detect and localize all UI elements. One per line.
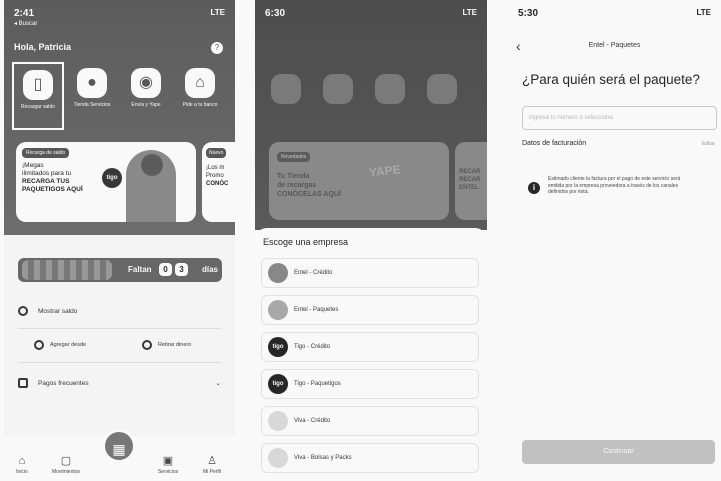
entel-logo: [268, 300, 288, 320]
dimmed-banner-2: RECAR RECAR ENTEL: [455, 142, 487, 220]
viva-logo: [268, 448, 288, 468]
page-title: ¿Para quién será el paquete?: [522, 72, 700, 87]
promo-image: [22, 260, 112, 280]
quick-action-label: Pide a tu banco: [182, 102, 218, 108]
phone-card-icon: ▯: [23, 70, 53, 100]
eye-icon: [18, 306, 28, 316]
info-text: Estimado cliente la factura por el pago …: [548, 176, 681, 195]
promo-banner-2[interactable]: Nuevo ¡Los m Promo CONÓC: [202, 142, 235, 222]
quick-action-send[interactable]: ◉ Envía y Yape: [120, 62, 172, 130]
banner-text: RECAR RECAR ENTEL: [459, 169, 481, 191]
list-icon: ▢: [60, 455, 72, 467]
services-icon: ▣: [162, 455, 174, 467]
countdown-label: Faltan: [128, 265, 152, 274]
info-icon: i: [528, 182, 540, 194]
minus-icon: [142, 340, 152, 350]
status-time: 6:30: [265, 8, 286, 19]
banner-text: ¡Los m Promo CONÓC: [206, 165, 229, 187]
banner-text: Tu Tienda de recargas CONÓCELAS AQUÍ: [277, 173, 341, 198]
add-money-button[interactable]: Agregar desde: [34, 340, 86, 350]
banner-text: ¡Megas ilimitados para tu RECARGA TUS PA…: [22, 162, 83, 193]
back-to-app[interactable]: ◂ Buscar: [14, 20, 37, 27]
billing-edit-link[interactable]: Editar: [702, 141, 715, 147]
tab-profile[interactable]: ♙ Mi Perfil: [194, 454, 230, 475]
tab-movements[interactable]: ▢ Movimientos: [48, 454, 84, 475]
status-bar: 5:30 LTE: [508, 0, 721, 30]
send-icon: ◉: [131, 68, 161, 98]
calendar-icon: [18, 378, 28, 388]
cart-icon: ●: [77, 68, 107, 98]
tab-home[interactable]: ⌂ Inicio: [4, 455, 40, 475]
sheet-title: Escoge una empresa: [263, 237, 349, 247]
status-bar: 2:41 ◂ Buscar LTE: [4, 0, 235, 30]
status-time: 5:30: [518, 8, 539, 19]
frequent-payments-row[interactable]: Pagos frecuentes ⌄: [18, 378, 221, 388]
qr-button[interactable]: ▦: [102, 429, 136, 463]
back-arrow-icon[interactable]: ‹: [516, 38, 521, 54]
quick-action-services[interactable]: ● Tienda Servicios: [66, 62, 118, 130]
quick-action-bank[interactable]: ⌂ Pide a tu banco: [174, 62, 226, 130]
quick-action-label: Envía y Yape: [131, 102, 161, 108]
home-screen: 2:41 ◂ Buscar LTE Hola, Patricia ? ▯ Rec…: [4, 0, 235, 481]
company-option[interactable]: Viva - Crédito: [261, 406, 479, 436]
entel-logo: [268, 263, 288, 283]
quick-action-label: Tienda Servicios: [73, 102, 111, 108]
package-recipient-screen: 5:30 LTE Entel - Paquetes ‹ ¿Para quién …: [508, 0, 721, 481]
info-notice: i Estimado cliente la factura por el pag…: [522, 170, 715, 218]
home-icon: ⌂: [18, 455, 26, 467]
divider: [18, 328, 221, 329]
tigo-logo: tigo: [268, 337, 288, 357]
dim-tile: [427, 74, 457, 104]
banner-tag: Recarga de saldo: [22, 148, 70, 158]
signal-indicator: LTE: [462, 8, 477, 17]
continue-button[interactable]: Continuar: [522, 440, 715, 464]
tigo-logo: tigo: [102, 168, 122, 188]
signal-indicator: LTE: [696, 8, 711, 17]
status-time: 2:41: [14, 8, 35, 19]
dim-tile: [271, 74, 301, 104]
banner-tag: Nuevo: [206, 148, 227, 158]
show-balance-label: Mostrar saldo: [38, 307, 78, 315]
banner-person-image: [126, 150, 176, 222]
banner-tag: Novedades: [277, 152, 311, 162]
tigo-logo: tigo: [268, 374, 288, 394]
withdraw-button[interactable]: Retirar dinero: [142, 340, 191, 350]
company-option[interactable]: Entel - Paquetes: [261, 295, 479, 325]
show-balance-toggle[interactable]: Mostrar saldo: [18, 306, 221, 316]
page-header: Entel - Paquetes: [588, 42, 641, 49]
company-bottom-sheet: Escoge una empresa Entel - Crédito Entel…: [255, 228, 487, 481]
help-icon[interactable]: ?: [211, 42, 223, 54]
company-option[interactable]: Viva - Bolsas y Packs: [261, 443, 479, 473]
qr-icon: ▦: [112, 441, 126, 457]
promo-banner[interactable]: Recarga de saldo ¡Megas ilimitados para …: [16, 142, 196, 222]
tab-services[interactable]: ▣ Servicios: [150, 454, 186, 475]
quick-action-recharge[interactable]: ▯ Recargar saldo: [12, 62, 64, 130]
countdown-promo[interactable]: Faltan 0 3 días: [18, 258, 222, 282]
greeting: Hola, Patricia: [14, 42, 72, 52]
countdown-digit: 0: [159, 263, 172, 276]
bank-icon: ⌂: [185, 68, 215, 98]
company-option[interactable]: tigo Tigo - Paquetigos: [261, 369, 479, 399]
chevron-down-icon: ⌄: [215, 380, 221, 387]
yape-logo: YAPE: [368, 162, 402, 180]
plus-icon: [34, 340, 44, 350]
quick-action-label: Recargar saldo: [21, 104, 55, 110]
user-icon: ♙: [207, 455, 217, 467]
company-option[interactable]: tigo Tigo - Crédito: [261, 332, 479, 362]
signal-indicator: LTE: [210, 8, 225, 17]
dimmed-home-background: Novedades Tu Tienda de recargas CONÓCELA…: [255, 0, 487, 230]
company-option[interactable]: Entel - Crédito: [261, 258, 479, 288]
phone-number-input[interactable]: Ingresa tu número o selecciona: [522, 106, 717, 130]
countdown-suffix: días: [202, 265, 219, 274]
billing-label: Datos de facturación: [522, 140, 587, 147]
countdown-digit: 3: [175, 263, 188, 276]
dim-tile: [323, 74, 353, 104]
dim-tile: [375, 74, 405, 104]
viva-logo: [268, 411, 288, 431]
status-bar: 6:30 LTE: [255, 0, 487, 30]
dimmed-banner: Novedades Tu Tienda de recargas CONÓCELA…: [269, 142, 449, 220]
company-picker-screen: Novedades Tu Tienda de recargas CONÓCELA…: [255, 0, 487, 481]
divider: [18, 362, 221, 363]
